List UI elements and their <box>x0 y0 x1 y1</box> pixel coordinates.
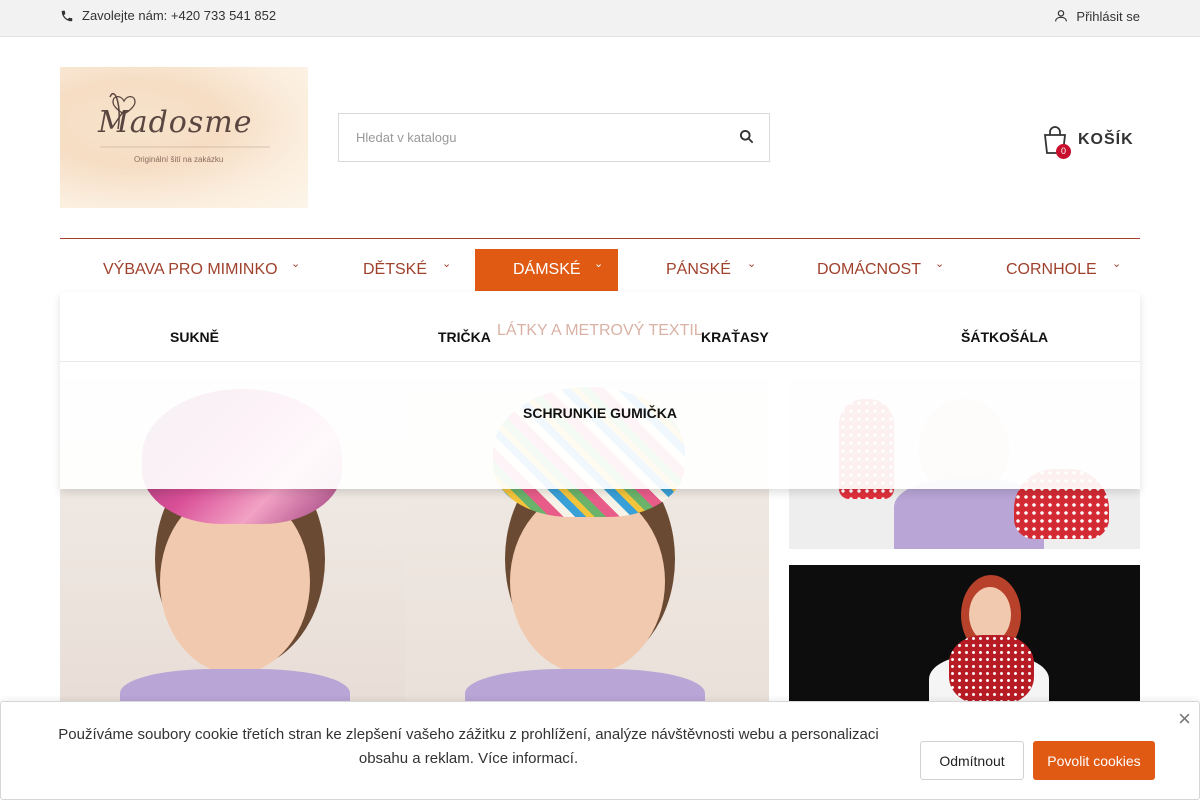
nav-item-domacnost[interactable]: DOMÁCNOST ⌄ <box>817 249 944 291</box>
login-label: Přihlásit se <box>1076 8 1140 24</box>
allow-cookies-button[interactable]: Povolit cookies <box>1033 741 1155 780</box>
dropdown-item-satkosala[interactable]: ŠÁTKOŠÁLA <box>961 329 1048 345</box>
cookie-consent-bar: Používáme soubory cookie třetích stran k… <box>0 701 1200 800</box>
phone-contact[interactable]: Zavolejte nám: +420 733 541 852 <box>60 8 276 23</box>
cart-count-badge: 0 <box>1056 144 1071 159</box>
main-nav: VÝBAVA PRO MIMINKO ⌄ DĚTSKÉ ⌄ DÁMSKÉ ⌄ P… <box>60 238 1140 292</box>
banner-scarf[interactable] <box>789 565 1140 715</box>
cart-link[interactable]: 0 KOŠÍK <box>1042 122 1142 159</box>
chevron-down-icon: ⌄ <box>935 258 945 270</box>
phone-icon <box>60 9 74 23</box>
chevron-down-icon: ⌄ <box>1112 258 1122 270</box>
search-input[interactable] <box>339 114 719 161</box>
nav-item-label: CORNHOLE <box>1006 261 1097 278</box>
chevron-down-icon: ⌄ <box>594 258 604 270</box>
top-bar: Zavolejte nám: +420 733 541 852 Přihlási… <box>0 0 1200 37</box>
logo-text: Madosme <box>98 105 253 140</box>
cart-bag-icon: 0 <box>1042 125 1071 159</box>
chevron-down-icon: ⌄ <box>442 258 452 270</box>
site-logo[interactable]: Madosme Originální šití na zakázku <box>60 67 308 208</box>
nav-item-label: PÁNSKÉ <box>666 261 731 278</box>
nav-item-damske[interactable]: DÁMSKÉ ⌄ <box>475 249 618 291</box>
logo-tagline: Originální šití na zakázku <box>134 155 224 164</box>
chevron-down-icon: ⌄ <box>291 258 301 270</box>
cart-label: KOŠÍK <box>1078 131 1134 148</box>
chevron-down-icon: ⌄ <box>747 258 757 270</box>
dropdown-item-tricka[interactable]: TRIČKA <box>438 329 491 345</box>
decline-cookies-button[interactable]: Odmítnout <box>920 741 1024 780</box>
close-icon[interactable]: × <box>1178 706 1191 732</box>
nav-item-detske[interactable]: DĚTSKÉ ⌄ <box>363 249 451 291</box>
nav-item-label: DĚTSKÉ <box>363 261 428 278</box>
woman-face <box>969 587 1011 642</box>
dropdown-item-sukne[interactable]: SUKNĚ <box>170 329 219 345</box>
user-icon <box>1053 8 1069 24</box>
nav-item-latky[interactable]: LÁTKY A METROVÝ TEXTIL <box>497 322 703 340</box>
search-icon[interactable] <box>739 129 755 145</box>
nav-item-vybava[interactable]: VÝBAVA PRO MIMINKO ⌄ <box>103 249 300 291</box>
login-link[interactable]: Přihlásit se <box>1053 8 1140 24</box>
nav-item-label: DÁMSKÉ <box>513 261 581 278</box>
search-box <box>338 113 770 162</box>
phone-text: Zavolejte nám: +420 733 541 852 <box>82 8 277 23</box>
dropdown-item-scrunchie[interactable]: SCHRUNKIE GUMIČKA <box>523 405 677 421</box>
cookie-message: Používáme soubory cookie třetích stran k… <box>58 726 879 767</box>
nav-item-cornhole[interactable]: CORNHOLE ⌄ <box>1006 249 1121 291</box>
nav-item-panske[interactable]: PÁNSKÉ ⌄ <box>666 249 756 291</box>
nav-item-label: DOMÁCNOST <box>817 261 921 278</box>
nav-item-label: VÝBAVA PRO MIMINKO <box>103 261 278 278</box>
red-scarf <box>949 635 1034 705</box>
dropdown-item-kratasy[interactable]: KRAŤASY <box>701 329 769 345</box>
